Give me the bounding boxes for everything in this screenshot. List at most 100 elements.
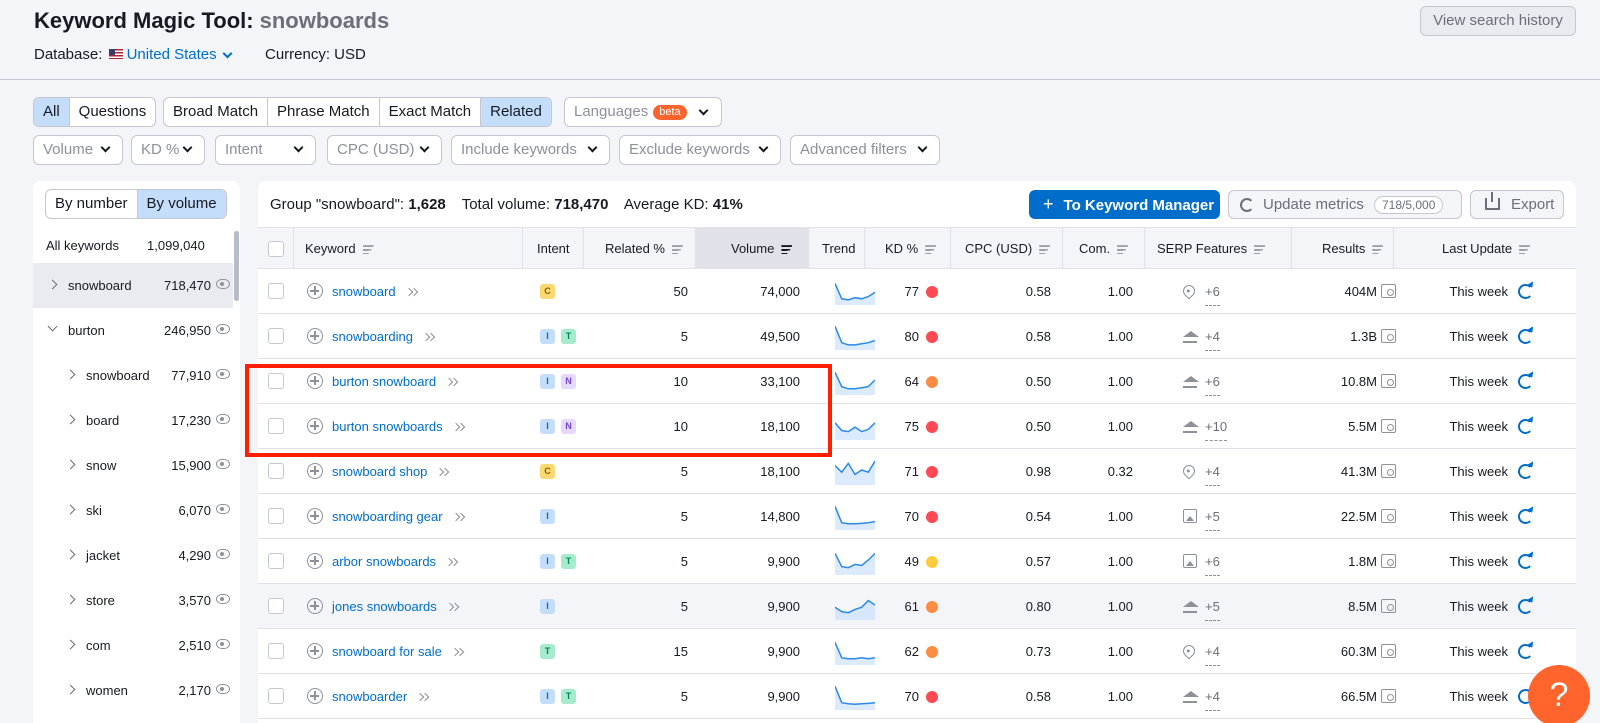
update-metrics-button[interactable]: Update metrics 718/5,000 xyxy=(1228,190,1462,219)
eye-icon[interactable] xyxy=(216,684,230,694)
refresh-row-icon[interactable] xyxy=(1518,329,1533,344)
filter-exclude-keywords[interactable]: Exclude keywords xyxy=(619,135,781,165)
column-keyword[interactable]: Keyword xyxy=(294,228,523,269)
filter-advanced[interactable]: Advanced filters xyxy=(790,135,940,165)
tab-broad-match[interactable]: Broad Match xyxy=(164,98,269,126)
group-item[interactable]: snow 15,900 xyxy=(33,443,233,488)
serp-features-more[interactable]: +6 xyxy=(1205,277,1220,306)
double-chevron-icon[interactable] xyxy=(447,603,459,613)
add-to-list-icon[interactable] xyxy=(307,508,323,524)
eye-icon[interactable] xyxy=(216,639,230,649)
view-search-history-button[interactable]: View search history xyxy=(1420,6,1576,36)
add-to-list-icon[interactable] xyxy=(307,328,323,344)
row-checkbox[interactable] xyxy=(268,643,284,659)
tab-phrase-match[interactable]: Phrase Match xyxy=(268,98,380,126)
row-checkbox[interactable] xyxy=(268,283,284,299)
double-chevron-icon[interactable] xyxy=(446,378,458,388)
refresh-row-icon[interactable] xyxy=(1518,419,1533,434)
refresh-row-icon[interactable] xyxy=(1518,464,1533,479)
double-chevron-icon[interactable] xyxy=(452,648,464,658)
chevron-right-icon[interactable] xyxy=(65,369,76,380)
by-volume-button[interactable]: By volume xyxy=(136,190,226,218)
chevron-right-icon[interactable] xyxy=(65,639,76,650)
column-volume[interactable]: Volume xyxy=(696,228,809,269)
select-all-checkbox[interactable] xyxy=(268,241,284,257)
row-checkbox[interactable] xyxy=(268,418,284,434)
keyword-link[interactable]: snowboard shop xyxy=(332,464,427,479)
column-kd[interactable]: KD % xyxy=(865,228,951,269)
group-item[interactable]: snowboard 718,470 xyxy=(33,263,233,308)
eye-icon[interactable] xyxy=(216,594,230,604)
filter-include-keywords[interactable]: Include keywords xyxy=(451,135,610,165)
refresh-row-icon[interactable] xyxy=(1518,509,1533,524)
keyword-link[interactable]: snowboard for sale xyxy=(332,644,442,659)
row-checkbox[interactable] xyxy=(268,328,284,344)
column-cpc[interactable]: CPC (USD) xyxy=(951,228,1063,269)
serp-features-more[interactable]: +10 xyxy=(1205,412,1228,441)
serp-features-more[interactable]: +4 xyxy=(1205,322,1220,351)
refresh-row-icon[interactable] xyxy=(1518,599,1533,614)
column-serp-features[interactable]: SERP Features xyxy=(1145,228,1292,269)
chevron-down-icon[interactable] xyxy=(47,321,58,332)
refresh-row-icon[interactable] xyxy=(1518,374,1533,389)
chevron-right-icon[interactable] xyxy=(65,594,76,605)
refresh-row-icon[interactable] xyxy=(1518,284,1533,299)
row-checkbox[interactable] xyxy=(268,463,284,479)
column-related[interactable]: Related % xyxy=(584,228,696,269)
help-button[interactable]: ? xyxy=(1528,665,1590,723)
add-to-list-icon[interactable] xyxy=(307,283,323,299)
refresh-row-icon[interactable] xyxy=(1518,554,1533,569)
group-item[interactable]: jacket 4,290 xyxy=(33,533,233,578)
column-last-update[interactable]: Last Update xyxy=(1394,228,1576,269)
double-chevron-icon[interactable] xyxy=(423,333,435,343)
double-chevron-icon[interactable] xyxy=(453,423,465,433)
double-chevron-icon[interactable] xyxy=(446,558,458,568)
filter-kd[interactable]: KD % xyxy=(131,135,205,165)
row-checkbox[interactable] xyxy=(268,553,284,569)
filter-cpc[interactable]: CPC (USD) xyxy=(327,135,442,165)
chevron-right-icon[interactable] xyxy=(47,279,58,290)
languages-dropdown[interactable]: Languages beta xyxy=(564,97,722,127)
all-keywords-item[interactable]: All keywords 1,099,040 xyxy=(33,229,240,263)
chevron-right-icon[interactable] xyxy=(65,414,76,425)
keyword-link[interactable]: snowboarding xyxy=(332,329,413,344)
row-checkbox[interactable] xyxy=(268,688,284,704)
serp-features-more[interactable]: +4 xyxy=(1205,637,1220,666)
add-to-list-icon[interactable] xyxy=(307,688,323,704)
serp-features-more[interactable]: +5 xyxy=(1205,502,1220,531)
group-item[interactable]: board 17,230 xyxy=(33,398,233,443)
chevron-right-icon[interactable] xyxy=(65,504,76,515)
add-to-list-icon[interactable] xyxy=(307,643,323,659)
double-chevron-icon[interactable] xyxy=(453,513,465,523)
chevron-right-icon[interactable] xyxy=(65,459,76,470)
keyword-link[interactable]: burton snowboards xyxy=(332,419,443,434)
add-to-list-icon[interactable] xyxy=(307,553,323,569)
eye-icon[interactable] xyxy=(216,279,230,289)
eye-icon[interactable] xyxy=(216,324,230,334)
serp-features-more[interactable]: +6 xyxy=(1205,547,1220,576)
keyword-link[interactable]: jones snowboards xyxy=(332,599,437,614)
serp-features-more[interactable]: +6 xyxy=(1205,367,1220,396)
group-item[interactable]: store 3,570 xyxy=(33,578,233,623)
double-chevron-icon[interactable] xyxy=(417,693,429,703)
serp-features-more[interactable]: +4 xyxy=(1205,457,1220,486)
chevron-right-icon[interactable] xyxy=(65,549,76,560)
tab-all[interactable]: All xyxy=(34,98,70,126)
double-chevron-icon[interactable] xyxy=(437,468,449,478)
row-checkbox[interactable] xyxy=(268,373,284,389)
column-results[interactable]: Results xyxy=(1292,228,1394,269)
export-button[interactable]: Export xyxy=(1470,190,1564,219)
eye-icon[interactable] xyxy=(216,549,230,559)
by-number-button[interactable]: By number xyxy=(46,190,137,218)
filter-volume[interactable]: Volume xyxy=(33,135,123,165)
group-list-scrollbar[interactable] xyxy=(234,231,239,301)
tab-exact-match[interactable]: Exact Match xyxy=(380,98,482,126)
add-to-list-icon[interactable] xyxy=(307,598,323,614)
serp-features-more[interactable]: +5 xyxy=(1205,592,1220,621)
tab-questions[interactable]: Questions xyxy=(70,98,156,126)
keyword-link[interactable]: snowboarding gear xyxy=(332,509,443,524)
eye-icon[interactable] xyxy=(216,504,230,514)
keyword-link[interactable]: burton snowboard xyxy=(332,374,436,389)
add-to-list-icon[interactable] xyxy=(307,418,323,434)
eye-icon[interactable] xyxy=(216,459,230,469)
